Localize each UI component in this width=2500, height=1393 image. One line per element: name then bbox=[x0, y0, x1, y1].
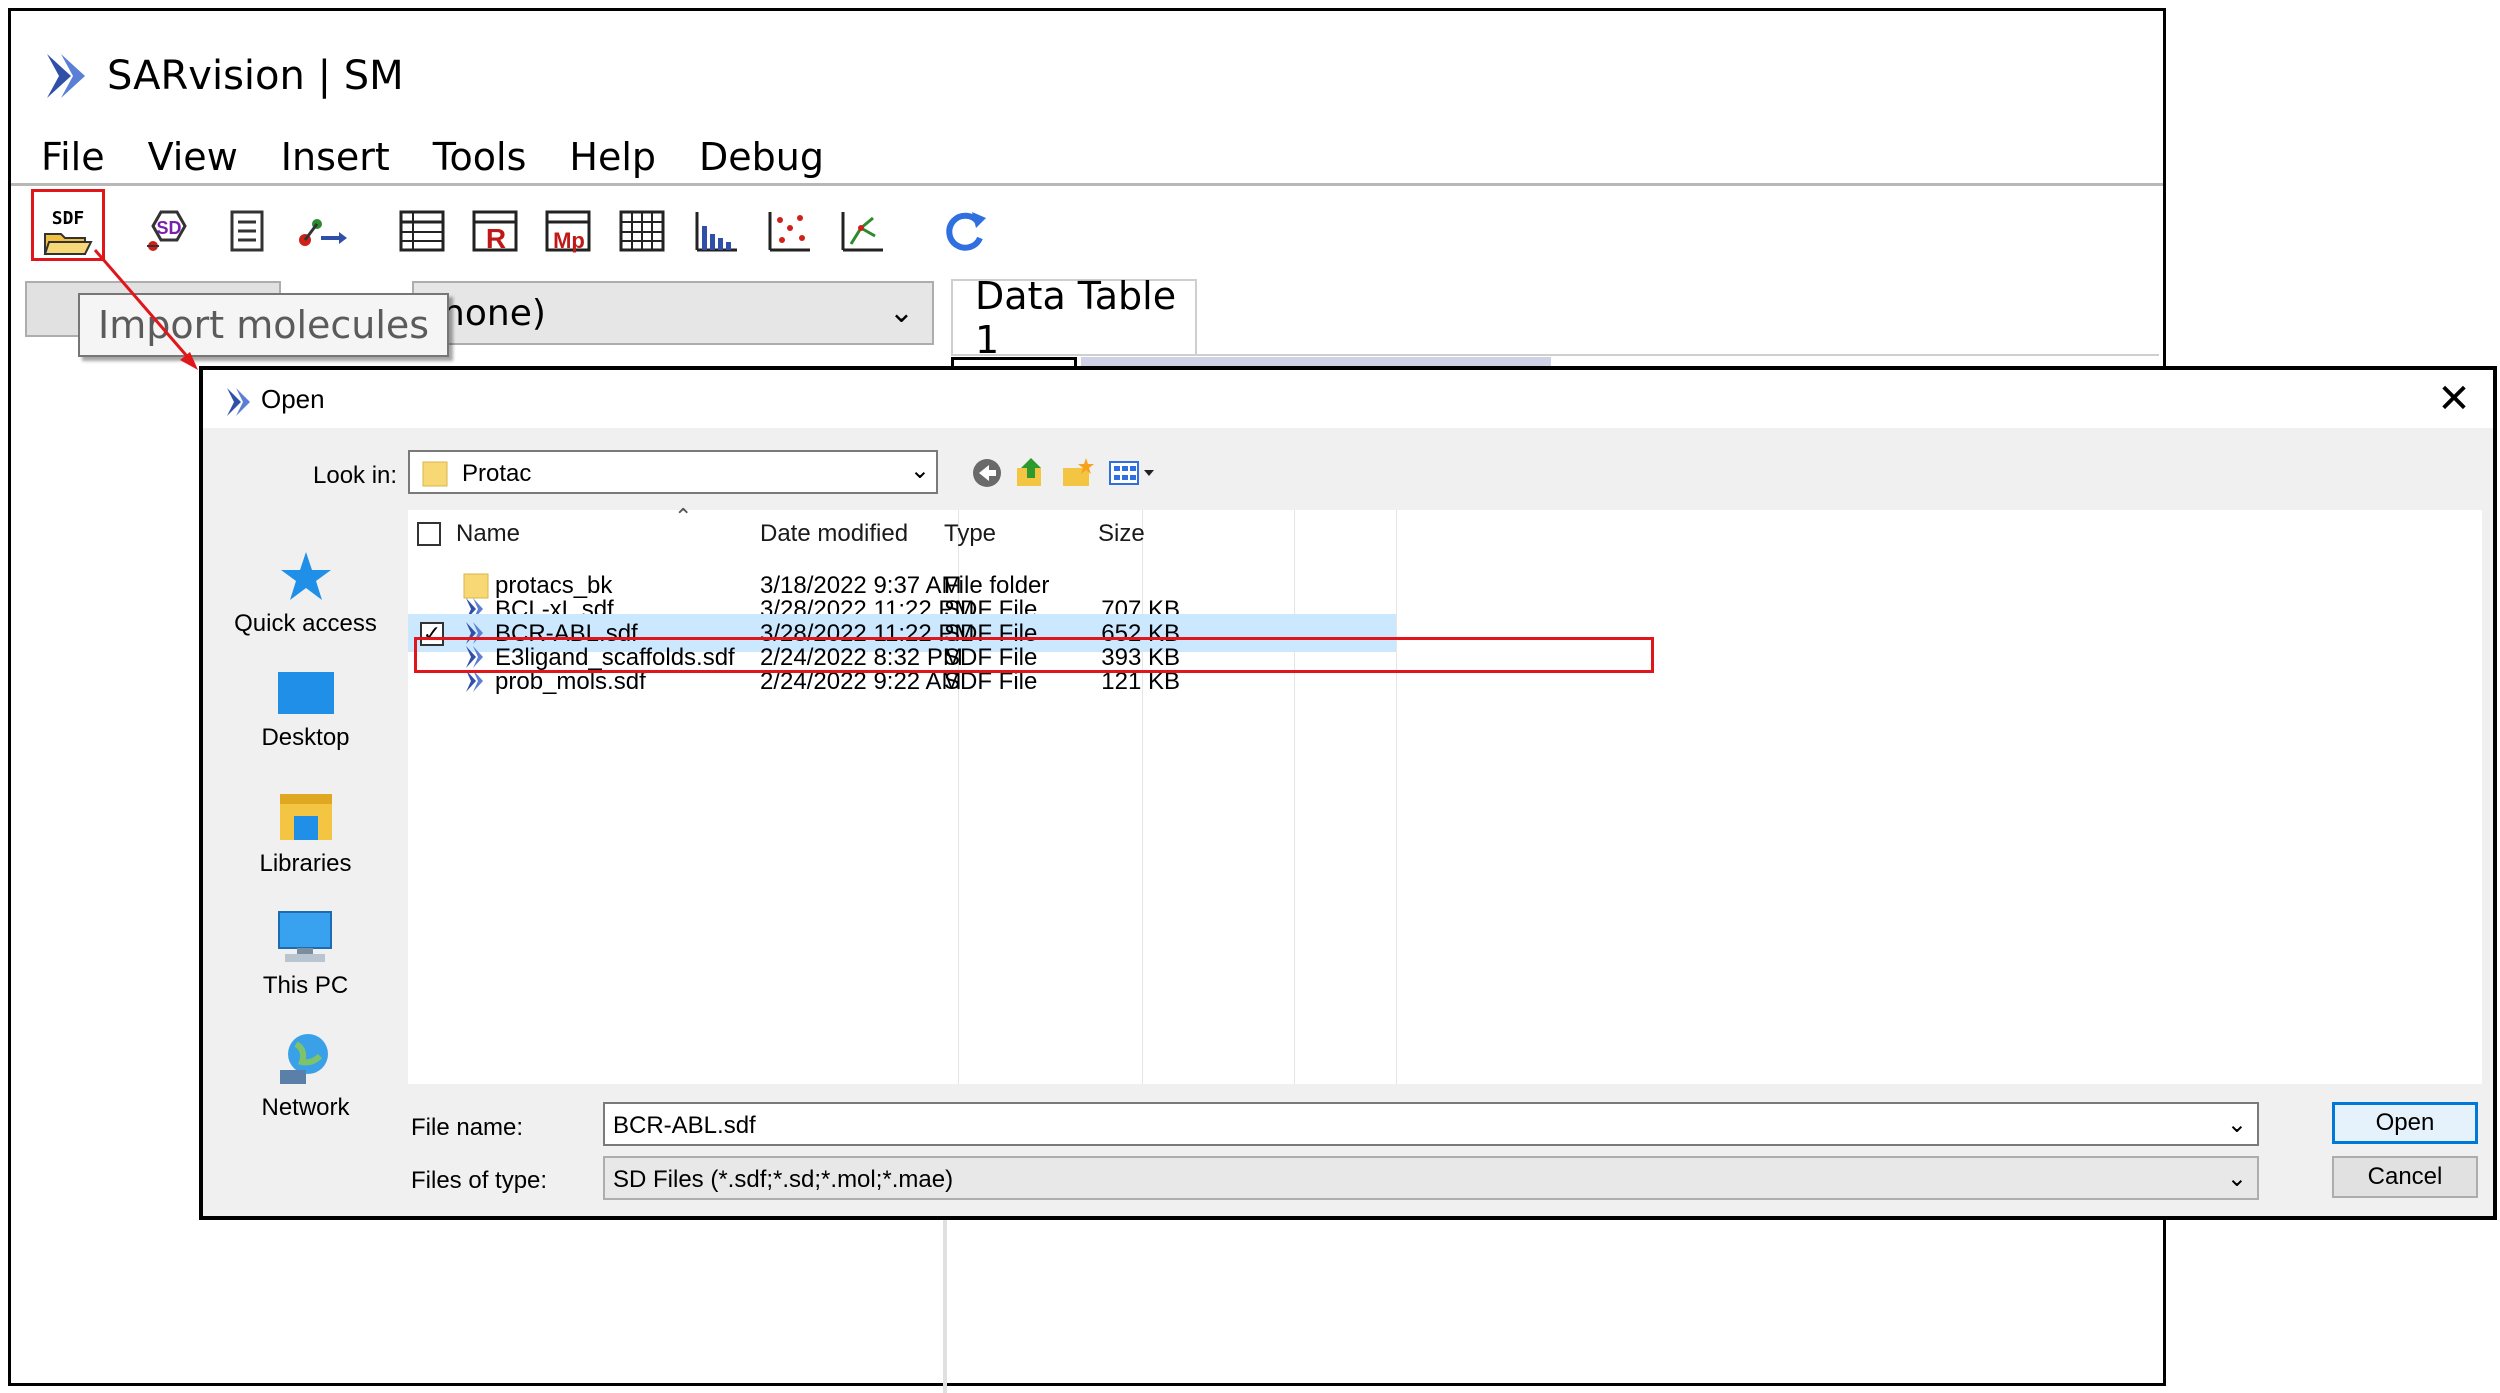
svg-text:SD: SD bbox=[156, 218, 181, 238]
menu-bar: File View Insert Tools Help Debug bbox=[41, 129, 867, 185]
toolbar: SDF SD R Mp bbox=[11, 186, 2163, 276]
sarvision-logo-icon bbox=[227, 388, 250, 416]
mp-table-icon[interactable]: Mp bbox=[539, 204, 597, 258]
place-libraries[interactable]: Libraries bbox=[203, 788, 408, 878]
place-label: Libraries bbox=[259, 850, 352, 877]
place-this-pc[interactable]: This PC bbox=[203, 908, 408, 1000]
place-desktop[interactable]: Desktop bbox=[203, 670, 408, 752]
menu-tools[interactable]: Tools bbox=[433, 135, 527, 179]
molecule-search-icon[interactable]: SD bbox=[141, 204, 199, 258]
column-header-date[interactable]: Date modified bbox=[760, 520, 908, 548]
menu-insert[interactable]: Insert bbox=[281, 135, 390, 179]
text-list-icon[interactable] bbox=[218, 204, 276, 258]
look-in-label: Look in: bbox=[313, 462, 398, 489]
tooltip-text: Import molecules bbox=[98, 303, 430, 347]
file-name-label: File name: bbox=[411, 1114, 524, 1141]
app-titlebar: SARvision | SM bbox=[41, 41, 404, 111]
data-table-icon[interactable] bbox=[393, 204, 451, 258]
column-header-name[interactable]: Name bbox=[456, 520, 520, 548]
libraries-icon bbox=[279, 794, 332, 840]
sort-ascending-icon: ⌃ bbox=[674, 504, 693, 529]
file-list: ⌃ Name Date modified Type Size protacs_b… bbox=[408, 504, 2482, 1084]
refresh-icon[interactable] bbox=[936, 204, 994, 258]
tab-divider bbox=[951, 354, 2159, 356]
place-label: Desktop bbox=[261, 724, 350, 751]
computer-icon bbox=[277, 911, 332, 962]
place-label: This PC bbox=[262, 972, 349, 999]
svg-text:R: R bbox=[486, 223, 506, 254]
import-button-highlight bbox=[31, 189, 105, 261]
app-title: SARvision | SM bbox=[107, 53, 404, 99]
selected-row-highlight bbox=[414, 637, 1654, 673]
file-name-input[interactable]: BCR-ABL.sdf ⌄ bbox=[603, 1102, 2259, 1146]
dialog-title: Open bbox=[261, 384, 325, 414]
file-name-value: BCR-ABL.sdf bbox=[613, 1112, 756, 1139]
filter-dropdown[interactable]: (none) ⌄ bbox=[412, 281, 934, 345]
up-folder-icon[interactable] bbox=[1013, 456, 1047, 490]
svg-text:Mp: Mp bbox=[553, 228, 585, 253]
scatter-plot-icon[interactable] bbox=[760, 204, 818, 258]
menu-help[interactable]: Help bbox=[569, 135, 656, 179]
menu-file[interactable]: File bbox=[41, 135, 105, 179]
open-button[interactable]: Open bbox=[2332, 1102, 2478, 1144]
place-network[interactable]: Network bbox=[203, 1030, 408, 1122]
menu-view[interactable]: View bbox=[148, 135, 238, 179]
tab-data-table-1[interactable]: Data Table 1 bbox=[951, 274, 1197, 362]
look-in-dropdown[interactable]: Protac ⌄ bbox=[408, 450, 938, 494]
chevron-down-icon: ⌄ bbox=[2226, 1165, 2247, 1192]
file-type-value: SD Files (*.sdf;*.sd;*.mol;*.mae) bbox=[613, 1166, 954, 1193]
select-all-checkbox[interactable] bbox=[417, 522, 441, 546]
sarvision-logo-icon bbox=[47, 54, 85, 98]
menu-debug[interactable]: Debug bbox=[699, 135, 824, 179]
close-icon[interactable]: ✕ bbox=[2429, 374, 2479, 424]
quick-access-star-icon bbox=[280, 552, 331, 600]
new-folder-icon[interactable] bbox=[1060, 456, 1094, 490]
places-bar: Quick access Desktop Libraries This PC N… bbox=[203, 510, 408, 1121]
cancel-button[interactable]: Cancel bbox=[2332, 1156, 2478, 1198]
open-file-dialog: Open ✕ Look in: Protac ⌄ Quick access De… bbox=[199, 366, 2497, 1220]
r-group-table-icon[interactable]: R bbox=[466, 204, 524, 258]
desktop-icon bbox=[277, 672, 334, 714]
column-header-type[interactable]: Type bbox=[944, 520, 996, 548]
dialog-titlebar: Open ✕ bbox=[203, 370, 2493, 428]
folder-icon bbox=[422, 461, 448, 487]
histogram-icon[interactable] bbox=[687, 204, 745, 258]
import-molecules-tooltip: Import molecules bbox=[78, 293, 450, 357]
file-type-dropdown[interactable]: SD Files (*.sdf;*.sd;*.mol;*.mae) ⌄ bbox=[603, 1156, 2259, 1200]
chevron-down-icon[interactable]: ⌄ bbox=[2227, 1110, 2247, 1139]
file-type-label: Files of type: bbox=[411, 1167, 548, 1194]
back-icon[interactable] bbox=[970, 456, 1004, 490]
reaction-icon[interactable] bbox=[291, 204, 349, 258]
chevron-down-icon: ⌄ bbox=[888, 295, 914, 330]
tab-label: Data Table 1 bbox=[975, 274, 1177, 362]
column-header-size[interactable]: Size bbox=[1098, 520, 1145, 548]
grid-icon[interactable] bbox=[613, 204, 671, 258]
place-label: Quick access bbox=[234, 610, 377, 637]
place-label: Network bbox=[261, 1094, 350, 1121]
place-quick-access[interactable]: Quick access bbox=[203, 548, 408, 638]
chevron-down-icon: ⌄ bbox=[909, 457, 930, 484]
network-globe-icon bbox=[279, 1034, 328, 1084]
tree-plot-icon[interactable] bbox=[833, 204, 891, 258]
view-menu-icon[interactable] bbox=[1108, 456, 1158, 490]
look-in-value: Protac bbox=[462, 460, 532, 487]
